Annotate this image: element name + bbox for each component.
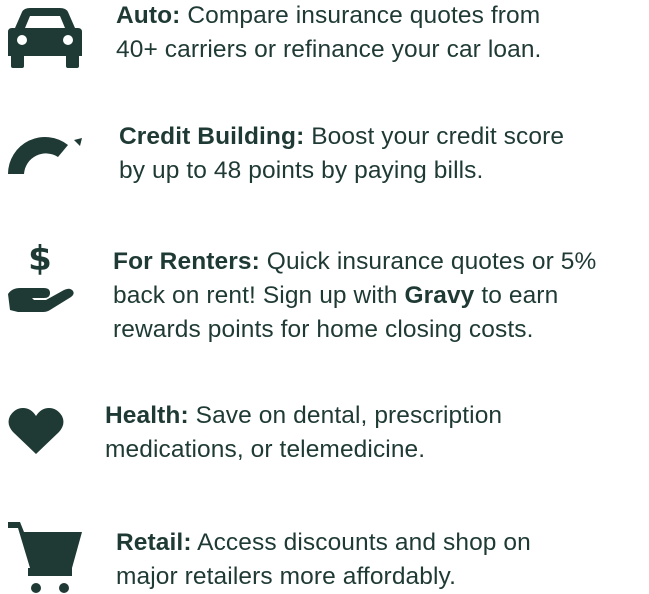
feature-line: Quick insurance quotes or 5% bbox=[259, 248, 597, 275]
feature-line: major retailers more affordably. bbox=[116, 563, 456, 590]
feature-renters-text: For Renters: Quick insurance quotes or 5… bbox=[113, 245, 643, 347]
feature-health-text: Health: Save on dental, prescription med… bbox=[105, 399, 635, 467]
svg-text:$: $ bbox=[28, 239, 52, 279]
feature-line: back on rent! Sign up with bbox=[113, 282, 405, 309]
heart-icon bbox=[8, 408, 64, 456]
gauge-icon bbox=[8, 136, 86, 176]
feature-title: Credit Building: bbox=[119, 123, 305, 150]
feature-line: rewards points for home closing costs. bbox=[113, 316, 534, 343]
feature-title: Retail: bbox=[116, 529, 192, 556]
feature-line: Access discounts and shop on bbox=[191, 529, 531, 556]
feature-line: to earn bbox=[474, 282, 559, 309]
feature-health: Health: Save on dental, prescription med… bbox=[0, 396, 649, 471]
feature-line: 40+ carriers or refinance your car loan. bbox=[116, 36, 542, 63]
feature-line: Boost your credit score bbox=[304, 123, 565, 150]
feature-auto: Auto: Compare insurance quotes from 40+ … bbox=[0, 0, 649, 75]
feature-line: Save on dental, prescription bbox=[188, 402, 503, 429]
feature-credit-building: Credit Building: Boost your credit score… bbox=[0, 118, 649, 193]
feature-line: Compare insurance quotes from bbox=[180, 2, 541, 29]
feature-retail: Retail: Access discounts and shop on maj… bbox=[0, 520, 649, 594]
feature-line: by up to 48 points by paying bills. bbox=[119, 157, 484, 184]
feature-retail-text: Retail: Access discounts and shop on maj… bbox=[116, 526, 636, 594]
feature-title: For Renters: bbox=[113, 248, 260, 275]
feature-for-renters: $ For Renters: Quick insurance quotes or… bbox=[0, 232, 649, 352]
feature-title: Health: bbox=[105, 402, 189, 429]
car-icon bbox=[8, 8, 82, 68]
feature-line: medications, or telemedicine. bbox=[105, 436, 426, 463]
hand-dollar-icon: $ bbox=[8, 236, 76, 314]
feature-auto-text: Auto: Compare insurance quotes from 40+ … bbox=[116, 0, 636, 67]
gravy-brand-name: Gravy bbox=[404, 282, 475, 309]
feature-title: Auto: bbox=[116, 2, 181, 29]
feature-credit-text: Credit Building: Boost your credit score… bbox=[119, 120, 639, 188]
shopping-cart-icon bbox=[8, 522, 84, 594]
